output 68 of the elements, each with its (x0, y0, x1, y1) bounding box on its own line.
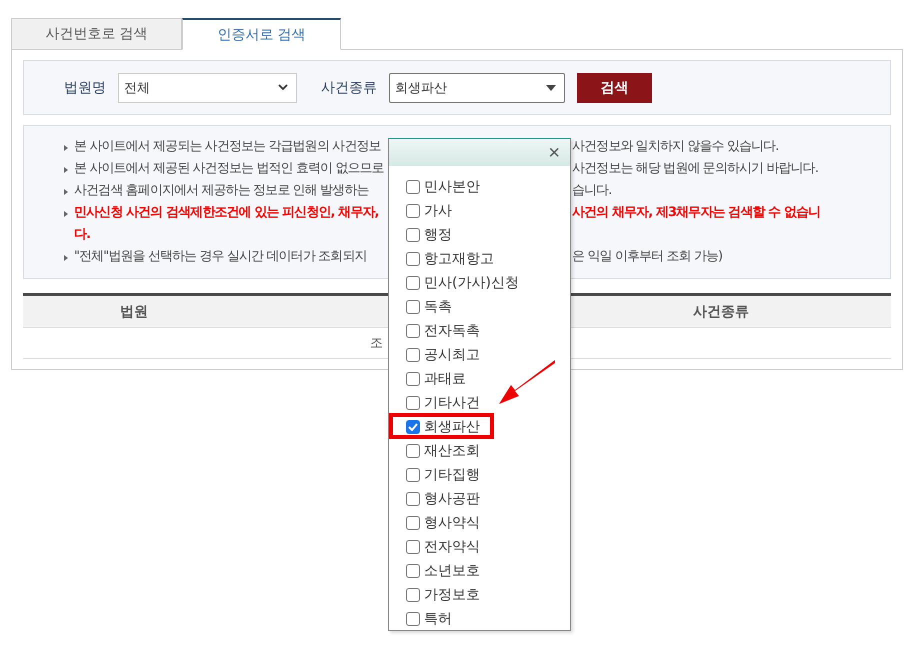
caret-icon (546, 84, 556, 90)
result-message: 조 (370, 335, 383, 352)
checkbox-option[interactable]: 공시최고 (406, 343, 570, 367)
checkbox-option[interactable]: 전자약식 (406, 535, 570, 559)
checkbox-option[interactable]: 독촉 (406, 295, 570, 319)
case-type-label: 사건종류 (321, 78, 377, 96)
checkbox[interactable] (406, 516, 420, 530)
column-header: 사건종류 (692, 302, 750, 320)
checkbox[interactable] (406, 180, 420, 194)
tab[interactable]: 인증서로 검색 (182, 18, 341, 50)
checkbox[interactable] (406, 444, 420, 458)
checkbox[interactable] (406, 204, 420, 218)
checkbox[interactable] (406, 324, 420, 338)
checkbox[interactable] (406, 300, 420, 314)
checkbox-option[interactable]: 기타집행 (406, 463, 570, 487)
bullet-icon (64, 189, 68, 195)
checkbox[interactable] (406, 396, 420, 410)
bullet-icon (64, 211, 68, 217)
checkbox-option[interactable]: 민사본안 (406, 175, 570, 199)
checkbox[interactable] (406, 564, 420, 578)
checkbox-option[interactable]: 소년보호 (406, 559, 570, 583)
checkbox-option[interactable]: 재산조회 (406, 439, 570, 463)
column-header: 법원 (119, 302, 149, 320)
checkbox-option[interactable]: 민사(가사)신청 (406, 271, 570, 295)
notice-text: 사건검색 홈페이지에서 제공하는 정보로 인해 발생하는 (24, 180, 389, 202)
checkbox[interactable] (406, 348, 420, 362)
checkbox[interactable] (406, 540, 420, 554)
checkbox-option[interactable]: 형사약식 (406, 511, 570, 535)
checkbox-option[interactable]: 과태료 (406, 367, 570, 391)
checkbox[interactable] (406, 588, 420, 602)
checkbox[interactable] (406, 492, 420, 506)
checkbox-option[interactable]: 형사공판 (406, 487, 570, 511)
bullet-icon (64, 145, 68, 151)
notice-text: 은 익일 이후부터 조회 가능) (572, 248, 724, 266)
notice-text: 사건정보는 해당 법원에 문의하시기 바랍니다. (572, 160, 820, 178)
checkbox-option[interactable]: 가정보호 (406, 583, 570, 607)
notice-text: 다. (73, 226, 92, 244)
checkbox-option[interactable]: 회생파산 (406, 415, 570, 439)
notice-text: 습니다. (572, 182, 613, 200)
checkbox[interactable] (406, 252, 420, 266)
notice-text: 민사신청 사건의 검색제한조건에 있는 피신청인, 채무자, (24, 202, 389, 224)
checkbox-option[interactable]: 가사 (406, 199, 570, 223)
bullet-icon (64, 255, 68, 261)
checkbox-option[interactable]: 전자독촉 (406, 319, 570, 343)
case-type-select[interactable]: 회생파산 (389, 72, 565, 102)
checkbox[interactable] (406, 228, 420, 242)
notice-text: 본 사이트에서 제공된 사건정보는 법적인 효력이 없으므로 (24, 158, 389, 180)
pointer-arrow (497, 358, 557, 406)
notice-text: 사건의 채무자, 제3채무자는 검색할 수 없습니 (572, 204, 822, 222)
checkbox-option[interactable]: 특허 (406, 607, 570, 631)
checkbox[interactable] (406, 468, 420, 482)
checkbox[interactable] (406, 420, 420, 434)
checkbox-option[interactable]: 항고재항고 (406, 247, 570, 271)
notice-text: "전체"법원을 선택하는 경우 실시간 데이터가 조회되지 (24, 246, 389, 268)
checkbox-option[interactable]: 행정 (406, 223, 570, 247)
checkbox[interactable] (406, 276, 420, 290)
notice-text: 사건정보와 일치하지 않을수 있습니다. (572, 138, 780, 156)
checkbox[interactable] (406, 612, 420, 626)
notice-text: 본 사이트에서 제공되는 사건정보는 각급법원의 사건정보 (24, 136, 389, 158)
checkbox[interactable] (406, 372, 420, 386)
court-select[interactable]: 전체 (118, 72, 297, 102)
checkbox-option[interactable]: 기타사건 (406, 391, 570, 415)
search-button[interactable]: 검색 (577, 72, 652, 102)
court-label: 법원명 (64, 78, 106, 96)
close-button[interactable]: × (548, 142, 560, 162)
tab[interactable]: 사건번호로 검색 (11, 18, 182, 50)
chevron-icon (278, 84, 288, 91)
bullet-icon (64, 167, 68, 173)
